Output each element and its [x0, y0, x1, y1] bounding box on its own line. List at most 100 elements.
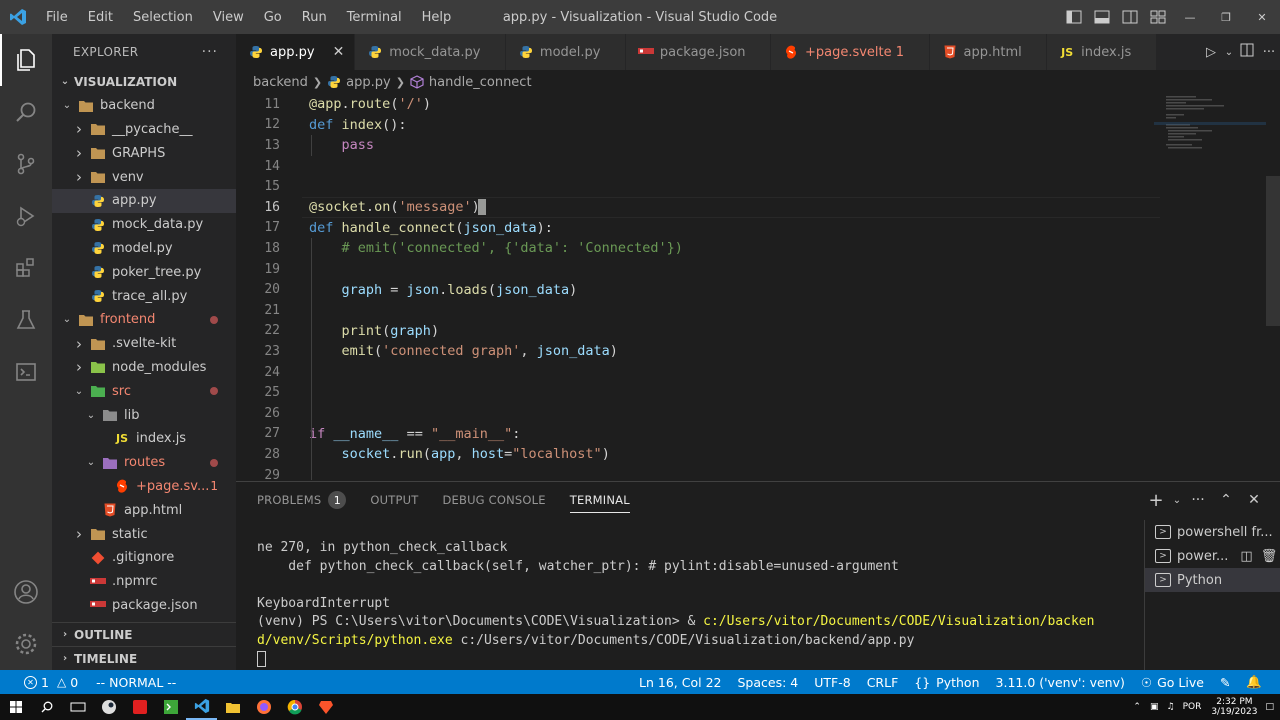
explorer-more-icon[interactable]: ··· [202, 44, 218, 60]
code-line[interactable]: 20 graph = json.loads(json_data) [236, 279, 1156, 300]
cursor-position[interactable]: Ln 16, Col 22 [639, 675, 721, 690]
code-line[interactable]: 22 print(graph) [236, 321, 1156, 342]
run-debug-icon[interactable] [0, 190, 52, 242]
tab-page-svelte-1[interactable]: +page.svelte 1 [770, 34, 930, 70]
outline-section[interactable]: › OUTLINE [52, 622, 236, 646]
firefox-app-icon[interactable] [248, 694, 279, 720]
windows-start-icon[interactable] [0, 694, 31, 720]
tree-item-package-json[interactable]: package.json [52, 594, 236, 618]
tree-item-page-sv[interactable]: +page.sv... 1 [52, 475, 236, 499]
menu-terminal[interactable]: Terminal [337, 10, 412, 25]
tree-item-svelte-kit[interactable]: › .svelte-kit [52, 332, 236, 356]
encoding[interactable]: UTF-8 [814, 675, 850, 690]
split-terminal-icon[interactable]: ◫ [1240, 549, 1252, 564]
search-icon[interactable] [0, 86, 52, 138]
indentation[interactable]: Spaces: 4 [737, 675, 798, 690]
tab-package-json[interactable]: package.json [625, 34, 771, 70]
code-line[interactable]: 21 [236, 300, 1156, 321]
code-line[interactable]: 17 def handle_connect(json_data): [236, 218, 1156, 239]
volume-icon[interactable]: ♫ [1166, 702, 1174, 712]
accounts-icon[interactable] [0, 566, 52, 618]
breadcrumb-folder[interactable]: backend [253, 75, 308, 90]
tab-terminal[interactable]: TERMINAL [569, 482, 630, 518]
code-line[interactable]: 19 [236, 259, 1156, 280]
close-tab-icon[interactable] [490, 44, 494, 60]
tab-app-py[interactable]: app.py ✕ [236, 34, 356, 70]
more-actions-icon[interactable]: ··· [1258, 45, 1280, 60]
tree-item-lib[interactable]: ⌄ lib [52, 403, 236, 427]
code-line[interactable]: 24 [236, 362, 1156, 383]
panel-more-icon[interactable]: ··· [1184, 492, 1212, 508]
terminal-instance-powershell-2[interactable]: > power... ◫ 🗑 [1145, 544, 1280, 568]
vscode-app-icon[interactable] [186, 694, 217, 720]
tree-item-pycache[interactable]: › __pycache__ [52, 118, 236, 142]
tree-item-gitignore[interactable]: .gitignore [52, 546, 236, 570]
tree-item-static[interactable]: › static [52, 522, 236, 546]
go-live-button[interactable]: ☉ Go Live [1141, 675, 1204, 690]
tab-output[interactable]: OUTPUT [370, 482, 418, 518]
timeline-section[interactable]: › TIMELINE [52, 646, 236, 670]
restore-icon[interactable]: ❐ [1208, 0, 1244, 34]
code-line[interactable]: 26 [236, 403, 1156, 424]
terminal-instance-powershell[interactable]: > powershell fr... [1145, 520, 1280, 544]
code-editor[interactable]: 11 @app.route('/') 12 def index(): 13 pass 14… [236, 94, 1280, 480]
testing-icon[interactable] [0, 294, 52, 346]
code-line[interactable]: 16 @socket.on('message') [236, 197, 1160, 218]
adobe-app-icon[interactable] [124, 694, 155, 720]
menu-selection[interactable]: Selection [123, 10, 203, 25]
minimap[interactable] [1154, 94, 1266, 480]
tree-item-app-html[interactable]: app.html [52, 498, 236, 522]
menu-file[interactable]: File [36, 10, 78, 25]
close-tab-icon[interactable] [914, 44, 918, 60]
close-tab-icon[interactable] [1032, 44, 1036, 60]
close-tab-icon[interactable] [756, 44, 760, 60]
tree-item-backend[interactable]: ⌄ backend [52, 94, 236, 118]
code-line[interactable]: 14 [236, 156, 1156, 177]
python-interpreter[interactable]: 3.11.0 ('venv': venv) [996, 675, 1125, 690]
feedback-icon[interactable]: ✎ [1220, 675, 1230, 690]
tab-index-js[interactable]: JS index.js [1047, 34, 1157, 70]
menu-go[interactable]: Go [254, 10, 292, 25]
breadcrumb-symbol[interactable]: handle_connect [429, 75, 532, 90]
code-line[interactable]: 28 socket.run(app, host="localhost") [236, 444, 1156, 465]
terminal-app-icon[interactable] [155, 694, 186, 720]
code-line[interactable]: 23 emit('connected graph', json_data) [236, 341, 1156, 362]
task-view-icon[interactable] [62, 694, 93, 720]
close-tab-icon[interactable]: ✕ [333, 44, 345, 60]
tray-chevron-icon[interactable]: ⌃ [1133, 702, 1141, 712]
problems-status[interactable]: ✕ 1 △ 0 [24, 675, 78, 690]
code-line[interactable]: 15 [236, 176, 1156, 197]
tab-debug-console[interactable]: DEBUG CONSOLE [442, 482, 545, 518]
close-window-icon[interactable]: ✕ [1244, 0, 1280, 34]
tree-item-venv[interactable]: › venv [52, 165, 236, 189]
editor-scrollbar[interactable] [1266, 176, 1280, 326]
toggle-secondary-sidebar-icon[interactable] [1116, 0, 1144, 34]
file-explorer-app-icon[interactable] [217, 694, 248, 720]
network-icon[interactable]: ▣ [1150, 702, 1159, 712]
tree-item-npmrc[interactable]: .npmrc [52, 570, 236, 594]
maximize-panel-icon[interactable]: ⌃ [1212, 492, 1240, 508]
toggle-panel-icon[interactable] [1088, 0, 1116, 34]
close-tab-icon[interactable] [610, 44, 614, 60]
code-line[interactable]: 13 pass [236, 135, 1156, 156]
settings-gear-icon[interactable] [0, 618, 52, 670]
tree-item-routes[interactable]: ⌄ routes [52, 451, 236, 475]
tab-model-py[interactable]: model.py [505, 34, 626, 70]
tab-app-html[interactable]: app.html [929, 34, 1048, 70]
project-header[interactable]: ⌄ VISUALIZATION [52, 70, 236, 94]
explorer-icon[interactable] [0, 34, 52, 86]
code-line[interactable]: 18 # emit('connected', {'data': 'Connect… [236, 238, 1156, 259]
menu-edit[interactable]: Edit [78, 10, 123, 25]
tree-item-src[interactable]: ⌄ src [52, 379, 236, 403]
run-dropdown-icon[interactable]: ⌄ [1222, 47, 1236, 58]
language-mode[interactable]: {} Python [914, 675, 979, 690]
brave-app-icon[interactable] [310, 694, 341, 720]
run-python-file-icon[interactable]: ▷ [1200, 45, 1222, 60]
tree-item-mock-data-py[interactable]: mock_data.py [52, 213, 236, 237]
notifications-bell-icon[interactable]: 🔔 [1246, 674, 1262, 690]
kill-terminal-icon[interactable]: 🗑 [1261, 549, 1278, 564]
tree-item-frontend[interactable]: ⌄ frontend [52, 308, 236, 332]
code-line[interactable]: 12 def index(): [236, 115, 1156, 136]
split-editor-icon[interactable] [1236, 43, 1258, 61]
code-line[interactable]: 25 [236, 382, 1156, 403]
